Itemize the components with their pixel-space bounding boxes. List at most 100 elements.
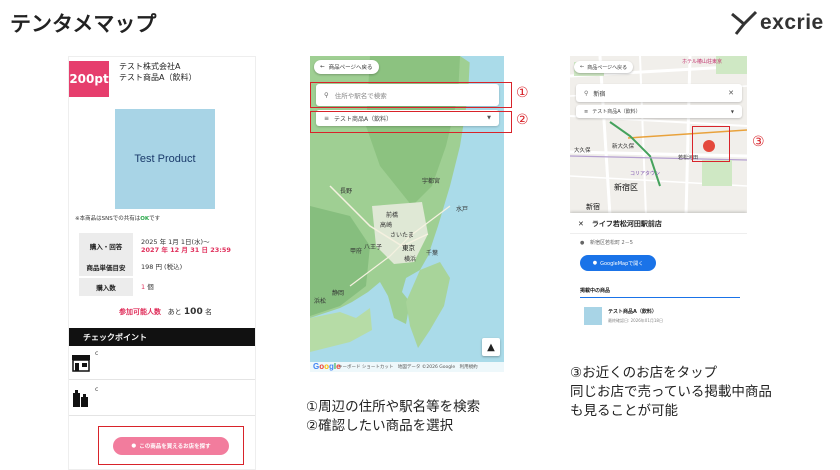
checkpoint-text: c (95, 350, 99, 357)
info-value: 1 個 (133, 283, 154, 291)
back-to-product-button[interactable]: ← 商品ページへ戻る (314, 60, 379, 74)
brand-logo: excrie (730, 8, 834, 38)
back-to-product-button[interactable]: ← 商品ページへ戻る (574, 61, 634, 73)
divider (570, 233, 747, 234)
select-highlight-box (310, 111, 512, 133)
store-address: ● 新宿区若松町 2－5 (580, 239, 633, 246)
clear-icon[interactable]: ✕ (728, 89, 734, 97)
open-google-maps-button[interactable]: ● GoogleMapで開く (580, 255, 656, 271)
caption-panel2: ①周辺の住所や駅名等を検索 ②確認したい商品を選択 (306, 398, 480, 436)
chevron-down-icon: ▼ (730, 109, 734, 114)
google-logo: Google (313, 362, 341, 371)
caption-line: ②確認したい商品を選択 (306, 418, 454, 434)
navigation-arrow-icon[interactable]: ▲ (482, 338, 500, 356)
info-label: 購入・回答 (79, 233, 133, 259)
map-label: ホテル椿山荘東京 (682, 59, 723, 65)
map-city-label: 浜松 (314, 298, 327, 305)
arrow-left-icon: ← (580, 64, 585, 70)
map-city-label: 東京 (402, 244, 415, 252)
map-city-label: 八王子 (364, 244, 383, 251)
map-label: 新宿区 (614, 183, 638, 192)
sns-note: ※本商品はSNSでの共有はOKです (75, 214, 160, 222)
store-address-text: 新宿区若松町 2－5 (589, 240, 633, 246)
map-city-label: 高崎 (380, 222, 393, 229)
checkpoint-header: チェックポイント (69, 328, 255, 346)
caption-line: も見ることが可能 (570, 403, 678, 419)
store-button-highlight: ● この商品を買えるお店を探す (98, 426, 244, 465)
info-value: 2025 年 1月 1日(水)〜 2027 年 12 月 31 日 23:59 (133, 238, 231, 254)
map-city-label: 宇都宮 (422, 178, 441, 185)
info-row-qty: 購入数 1 個 (79, 277, 247, 297)
map-city-label: 静岡 (332, 290, 345, 297)
map-label: 新宿 (586, 203, 600, 211)
find-store-label: この商品を買えるお店を探す (139, 444, 211, 450)
logo-text: excrie (760, 11, 824, 34)
store-detail-panel: ホテル椿山荘東京 新大久保 大久保 若松河田 新宿区 コリアタウン 新宿 ← 商… (570, 56, 747, 340)
sns-ok-label: OK (140, 216, 150, 222)
listed-heading: 掲載中の商品 (580, 288, 611, 294)
map-city-label: 長野 (340, 188, 353, 195)
sns-note-prefix: ※本商品はSNSでの共有は (75, 216, 141, 222)
map-label: コリアタウン (630, 171, 661, 177)
info-value: 198 円 (税込) (141, 263, 183, 271)
map-pin-icon: ● (592, 260, 598, 266)
qty-value: 1 (141, 283, 146, 291)
remain-prefix: あと (167, 308, 182, 316)
gmap-label: GoogleMapで開く (600, 260, 644, 267)
marker-3: ③ (752, 134, 765, 150)
listed-product-meta: 最終確認日: 2026年01月18日 (608, 318, 663, 323)
back-label: 商品ページへ戻る (328, 65, 373, 71)
caption-line: ③お近くのお店をタップ (570, 365, 718, 381)
marker-2: ② (516, 112, 529, 128)
info-row-period: 購入・回答 2025 年 1月 1日(水)〜 2027 年 12 月 31 日 … (79, 232, 247, 260)
close-icon[interactable]: ✕ (578, 220, 584, 228)
store-header: ✕ ライフ若松河田駅前店 (578, 219, 662, 229)
product-select[interactable]: ≡ テスト商品A（飲料） ▼ (576, 105, 742, 118)
store-marker-highlight (692, 126, 730, 162)
caption-panel3: ③お近くのお店をタップ 同じお店で売っている掲載中商品 も見ることが可能 (570, 364, 772, 421)
map-label: 新大久保 (612, 144, 635, 150)
remain-label: 参加可能人数 (119, 308, 161, 316)
search-icon: ⚲ (584, 89, 589, 97)
caption-line: 同じお店で売っている掲載中商品 (570, 384, 772, 400)
product-detail-panel: 200pt テスト株式会社A テスト商品A（飲料） Test Product ※… (68, 56, 256, 470)
store-name: ライフ若松河田駅前店 (591, 220, 662, 228)
filter-icon: ≡ (584, 108, 589, 115)
find-store-button[interactable]: ● この商品を買えるお店を探す (113, 437, 229, 455)
map-city-label: 前橋 (386, 212, 399, 219)
bottles-icon (73, 390, 88, 407)
arrow-left-icon: ← (320, 64, 325, 70)
store-info-sheet: ✕ ライフ若松河田駅前店 ● 新宿区若松町 2－5 ● GoogleMapで開く… (570, 213, 747, 340)
map-city-label: さいたま (390, 232, 414, 239)
product-name: テスト商品A（飲料） (119, 73, 197, 82)
checkpoint-item: c (69, 346, 255, 380)
store-icon (72, 355, 90, 372)
remain-unit: 名 (204, 308, 212, 316)
points-badge: 200pt (69, 61, 109, 97)
remain-count: 100 (183, 307, 203, 317)
period-start: 2025 年 1月 1日(水)〜 (141, 238, 210, 246)
marker-1: ① (516, 85, 529, 101)
page-title: テンタメマップ (10, 12, 157, 36)
sns-note-suffix: です (149, 216, 161, 222)
product-select-value: テスト商品A（飲料） (592, 109, 641, 115)
product-image: Test Product (115, 109, 215, 209)
info-label: 購入数 (79, 278, 133, 296)
map-label: 大久保 (574, 148, 591, 154)
info-label: 商品単価目安 (79, 258, 133, 276)
divider (580, 297, 740, 298)
listed-product-name[interactable]: テスト商品A（飲料） (608, 308, 657, 315)
product-header: テスト株式会社A テスト商品A（飲料） (119, 61, 196, 83)
location-pin-icon: ● (580, 240, 585, 246)
back-label: 商品ページへ戻る (587, 64, 628, 71)
map-city-label: 甲府 (350, 248, 363, 255)
caption-line: ①周辺の住所や駅名等を検索 (306, 399, 481, 415)
checkpoint-text: c (95, 386, 99, 393)
excrie-logo-icon (731, 10, 758, 35)
product-image-text: Test Product (134, 153, 196, 165)
checkpoint-item: c (69, 382, 255, 416)
location-search-input[interactable]: ⚲ 新宿 ✕ (576, 84, 742, 102)
pin-icon: ● (131, 443, 137, 449)
remaining-participants: 参加可能人数 あと 100 名 (119, 307, 212, 317)
search-value: 新宿 (593, 90, 606, 98)
